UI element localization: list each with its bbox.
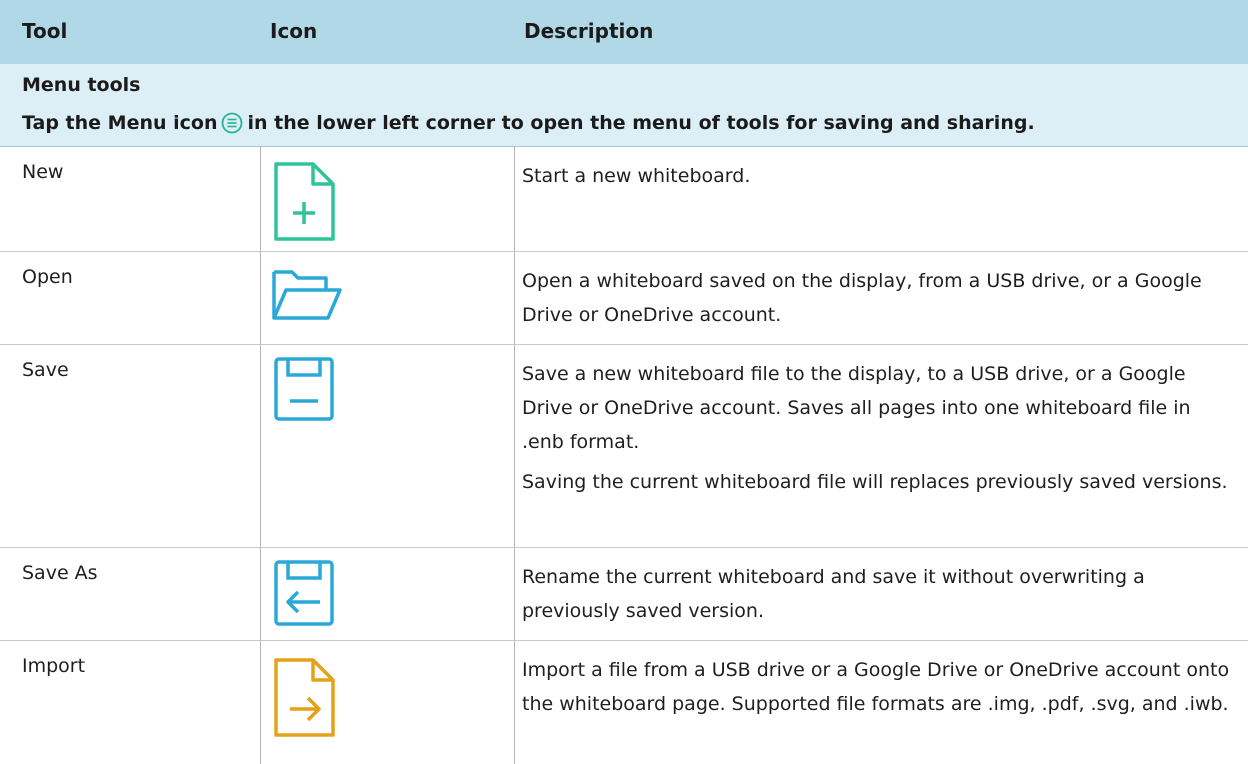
section-note-after: in the lower left corner to open the men… (247, 112, 1035, 134)
section-note: Tap the Menu icon in the lower left corne… (22, 112, 1035, 139)
menu-icon (221, 112, 243, 139)
import-icon (268, 655, 338, 745)
menu-tools-table: Tool Icon Description Menu tools Tap the… (0, 0, 1248, 764)
description-text: Rename the current whiteboard and save i… (522, 566, 1145, 622)
section-title: Menu tools (22, 74, 141, 96)
header-description: Description (524, 19, 654, 43)
header-tool: Tool (22, 19, 68, 43)
description-text: Save a new whiteboard file to the displa… (522, 363, 1191, 453)
table-row-import: Import Import a file from a USB drive or… (0, 641, 1248, 764)
tool-name: Save (22, 359, 69, 381)
tool-name: Import (22, 655, 86, 677)
new-file-icon (268, 159, 338, 249)
header-icon: Icon (270, 19, 318, 43)
tool-name: New (22, 161, 64, 183)
save-as-icon (268, 556, 338, 640)
section-row: Menu tools Tap the Menu icon in the lower… (0, 64, 1248, 147)
tool-description: Save a new whiteboard file to the displa… (522, 357, 1238, 499)
folder-open-icon (268, 264, 344, 328)
section-note-before: Tap the Menu icon (22, 112, 218, 134)
save-icon (268, 353, 338, 437)
table-header-row: Tool Icon Description (0, 0, 1248, 65)
tool-description: Rename the current whiteboard and save i… (522, 560, 1238, 628)
description-text: Open a whiteboard saved on the display, … (522, 270, 1202, 326)
description-note: Saving the current whiteboard file will … (522, 471, 1228, 493)
tool-description: Import a file from a USB drive or a Goog… (522, 653, 1238, 721)
table-row-save-as: Save As Rename the current whiteboard an… (0, 548, 1248, 641)
tool-name: Save As (22, 562, 98, 584)
tool-description: Open a whiteboard saved on the display, … (522, 264, 1238, 332)
tool-name: Open (22, 266, 73, 288)
description-text: Start a new whiteboard. (522, 165, 751, 187)
tool-description: Start a new whiteboard. (522, 159, 1238, 193)
table-row-new: New Start a new whiteboard. (0, 147, 1248, 252)
description-text: Import a file from a USB drive or a Goog… (522, 659, 1230, 715)
table-row-open: Open Open a whiteboard saved on the disp… (0, 252, 1248, 345)
table-row-save: Save Save a new whiteboard file to the d… (0, 345, 1248, 548)
